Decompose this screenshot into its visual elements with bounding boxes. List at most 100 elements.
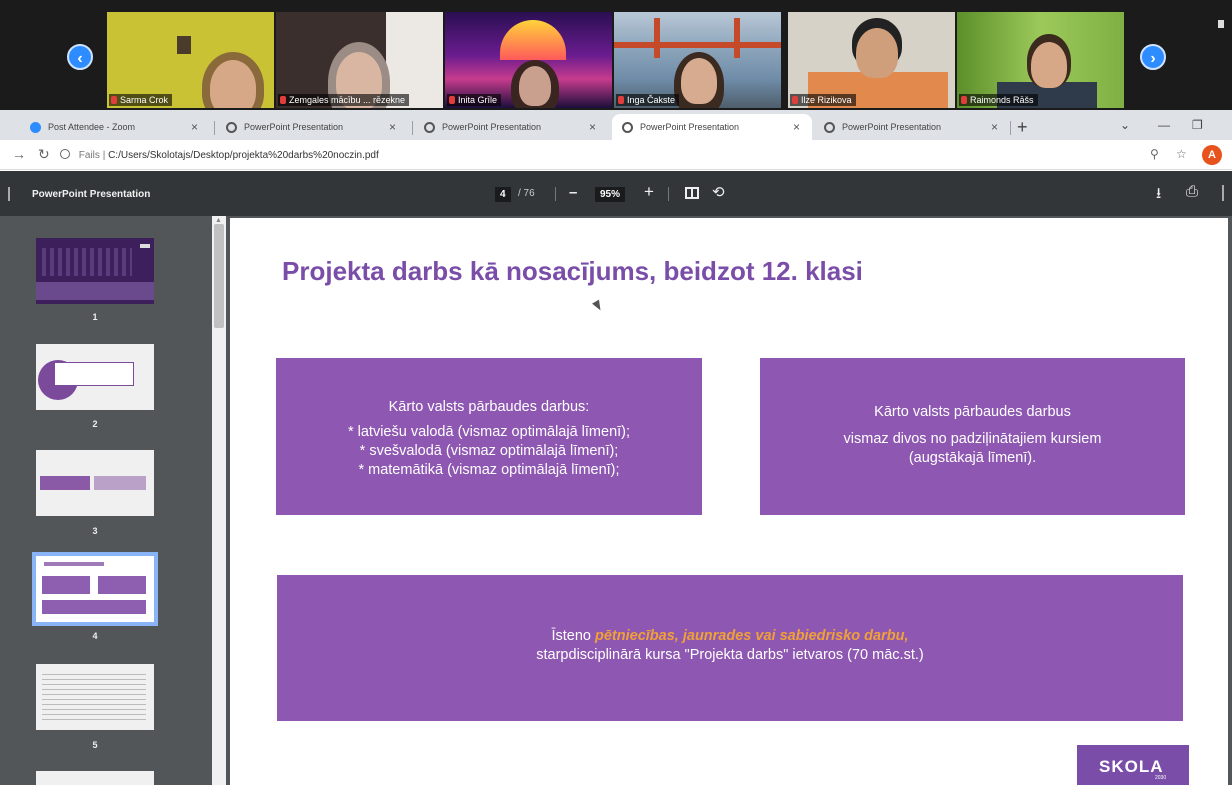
restore-button[interactable]: ❐	[1192, 118, 1203, 132]
zoom-out-button[interactable]: –	[569, 184, 577, 201]
page-thumbnail[interactable]	[36, 664, 154, 730]
participant-tile[interactable]: Sarma Crok	[107, 12, 274, 108]
bookmark-star-icon[interactable]: ☆	[1176, 147, 1187, 161]
sidebar-scroll-thumb[interactable]	[214, 224, 224, 328]
zoom-next-page-button[interactable]: ›	[1140, 44, 1166, 70]
tab-powerpoint-active[interactable]: PowerPoint Presentation ×	[612, 114, 812, 140]
requirement-box-project: Īsteno pētniecības, jaunrades vai sabied…	[277, 575, 1183, 721]
muted-mic-icon	[792, 96, 798, 104]
box-line: vismaz divos no padziļinātajiem kursiem	[843, 431, 1102, 447]
tab-search-icon[interactable]: ⌄	[1120, 118, 1130, 132]
tab-powerpoint-4[interactable]: PowerPoint Presentation ×	[814, 114, 1010, 140]
tab-powerpoint-1[interactable]: PowerPoint Presentation ×	[216, 114, 408, 140]
chrome-favicon-icon	[622, 122, 633, 133]
tab-label: PowerPoint Presentation	[442, 122, 542, 132]
page-thumbnail-active[interactable]	[32, 552, 158, 626]
participant-name: Sarma Crok	[109, 94, 173, 106]
page-thumbnail[interactable]	[36, 771, 154, 785]
muted-mic-icon	[111, 96, 117, 104]
box-heading: Kārto valsts pārbaudes darbus:	[388, 399, 590, 415]
participant-name: Zemgales mācību ... rēzekne	[278, 94, 410, 106]
download-icon[interactable]: ⭳	[1156, 183, 1161, 208]
logo-subtext: 2030	[1155, 775, 1167, 781]
more-actions-icon[interactable]	[1222, 185, 1224, 201]
close-icon[interactable]: ×	[191, 120, 198, 134]
requirement-box-exams: Kārto valsts pārbaudes darbus: * latvieš…	[276, 358, 702, 515]
new-tab-button[interactable]: +	[1017, 118, 1028, 136]
sidebar-scrollbar[interactable]: ▲	[212, 216, 226, 785]
tab-powerpoint-2[interactable]: PowerPoint Presentation ×	[414, 114, 608, 140]
rotate-icon[interactable]: ⟲	[712, 183, 725, 201]
pdf-title: PowerPoint Presentation	[32, 189, 151, 200]
profile-avatar[interactable]: A	[1202, 145, 1222, 165]
muted-mic-icon	[961, 96, 967, 104]
address-bar-row: → ↻ Fails | C:/Users/Skolotajs/Desktop/p…	[0, 140, 1232, 170]
box-line: Īsteno pētniecības, jaunrades vai sabied…	[277, 627, 1183, 646]
participant-tile[interactable]: Inita Grīle	[445, 12, 612, 108]
participant-tile[interactable]: Zemgales mācību ... rēzekne	[276, 12, 443, 108]
address-input[interactable]: Fails | C:/Users/Skolotajs/Desktop/proje…	[60, 144, 1180, 166]
tab-zoom[interactable]: Post Attendee - Zoom ×	[20, 114, 210, 140]
thumbnail-page-number: 1	[92, 312, 98, 322]
muted-mic-icon	[618, 96, 624, 104]
browser-tab-bar: Post Attendee - Zoom × PowerPoint Presen…	[0, 110, 1232, 140]
page-thumbnail[interactable]	[36, 450, 154, 516]
box-line: starpdisciplinārā kursa "Projekta darbs"…	[536, 647, 924, 663]
emphasis-text: pētniecības, jaunrades vai sabiedrisko d…	[595, 628, 909, 644]
url-protocol: Fails	[78, 150, 100, 161]
requirement-box-advanced: Kārto valsts pārbaudes darbus vismaz div…	[760, 358, 1185, 515]
zoom-lens-icon[interactable]: ⚲	[1150, 147, 1159, 161]
zoom-in-button[interactable]: +	[644, 182, 654, 202]
zoom-level-input[interactable]: 95%	[595, 187, 626, 202]
forward-arrow-icon[interactable]: →	[12, 146, 26, 162]
page-number-input[interactable]: 4	[495, 187, 511, 202]
participant-tile[interactable]: Inga Čakste	[614, 12, 781, 108]
participant-name: Inga Čakste	[616, 94, 680, 106]
box-line: * latviešu valodā (vismaz optimālajā līm…	[347, 424, 631, 440]
chrome-favicon-icon	[424, 122, 435, 133]
participant-tile[interactable]: Ilze Rizikova	[788, 12, 955, 108]
tab-label: PowerPoint Presentation	[244, 122, 344, 132]
fit-to-page-icon[interactable]	[685, 187, 699, 199]
logo-text: SKOLA	[1099, 757, 1164, 776]
participant-name: Raimonds Rāšs	[959, 94, 1038, 106]
site-info-icon[interactable]	[60, 149, 70, 159]
page-total: / 76	[518, 188, 535, 199]
participant-name: Inita Grīle	[447, 94, 502, 106]
zoom-menu-icon[interactable]	[1218, 20, 1224, 28]
box-line: * matemātikā (vismaz optimālajā līmenī);	[358, 462, 620, 478]
close-icon[interactable]: ×	[389, 120, 396, 134]
box-prefix: Īsteno	[551, 628, 596, 644]
pdf-toolbar: PowerPoint Presentation 4 / 76 – 95% + ⟲…	[0, 171, 1232, 216]
zoom-prev-page-button[interactable]: ‹	[67, 44, 93, 70]
participant-tile[interactable]: Raimonds Rāšs	[957, 12, 1124, 108]
minimize-button[interactable]: —	[1158, 118, 1170, 132]
page-thumbnail[interactable]	[36, 344, 154, 410]
skola-logo: SKOLA 2030	[1077, 745, 1189, 785]
chrome-favicon-icon	[824, 122, 835, 133]
thumbnail-page-number: 4	[92, 631, 98, 641]
participant-name: Ilze Rizikova	[790, 94, 856, 106]
thumbnail-page-number: 2	[92, 419, 98, 429]
close-icon[interactable]: ×	[589, 120, 596, 134]
page-thumbnail[interactable]	[36, 238, 154, 304]
close-icon[interactable]: ×	[991, 120, 998, 134]
tab-label: PowerPoint Presentation	[640, 122, 740, 132]
thumbnail-page-number: 3	[92, 526, 98, 536]
thumbnail-sidebar: 1 2 3 4 5	[0, 216, 212, 785]
zoom-favicon-icon	[30, 122, 41, 133]
print-icon[interactable]: ⎙	[1186, 183, 1198, 200]
tab-label: Post Attendee - Zoom	[48, 122, 136, 132]
muted-mic-icon	[449, 96, 455, 104]
url-path: C:/Users/Skolotajs/Desktop/projekta%20da…	[108, 150, 379, 161]
reload-icon[interactable]: ↻	[38, 146, 50, 163]
muted-mic-icon	[280, 96, 286, 104]
box-line: * svešvalodā (vismaz optimālajā līmenī);	[359, 443, 619, 459]
pdf-page: Projekta darbs kā nosacījums, beidzot 12…	[230, 218, 1228, 785]
menu-icon[interactable]	[8, 187, 10, 201]
thumbnail-page-number: 5	[92, 740, 98, 750]
box-line: (augstākajā līmenī).	[908, 450, 1037, 466]
box-heading: Kārto valsts pārbaudes darbus	[874, 404, 1071, 420]
slide-title: Projekta darbs kā nosacījums, beidzot 12…	[282, 256, 863, 286]
close-icon[interactable]: ×	[793, 120, 800, 134]
